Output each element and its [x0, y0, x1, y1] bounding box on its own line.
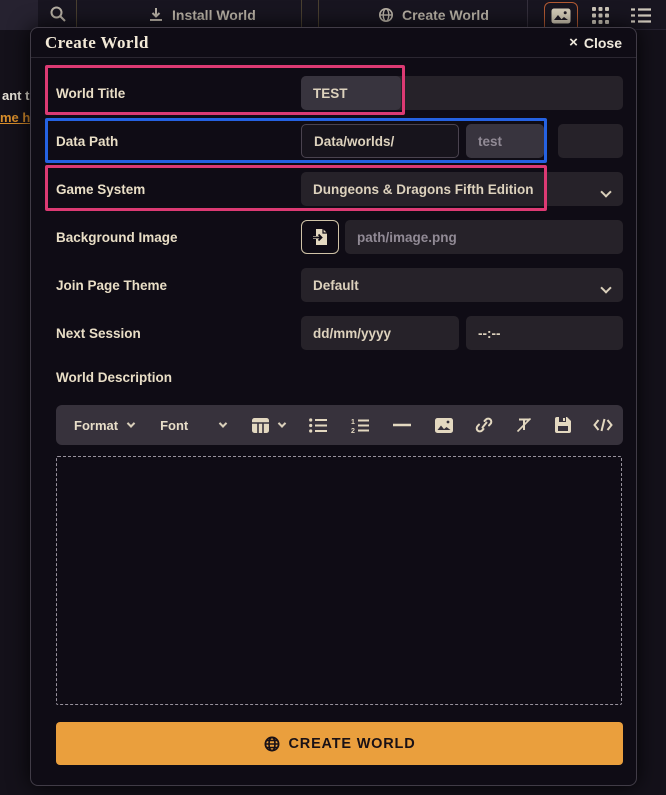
save-icon[interactable]: [555, 417, 571, 433]
join-page-theme-select[interactable]: Default: [301, 268, 623, 302]
data-path-input[interactable]: test: [466, 124, 544, 158]
background-link-fragment[interactable]: me h: [0, 110, 30, 125]
chevron-down-icon: [219, 419, 227, 427]
numbered-list-button[interactable]: 12: [351, 418, 369, 433]
chevron-down-icon: [278, 419, 286, 427]
bullet-list-button[interactable]: [309, 418, 327, 433]
topbar-divider: [76, 0, 77, 30]
create-world-submit-label: CREATE WORLD: [289, 736, 416, 752]
chevron-down-icon: [602, 184, 610, 199]
globe-icon: [264, 736, 280, 752]
insert-image-button[interactable]: [435, 418, 453, 433]
globe-icon: [378, 7, 394, 23]
data-path-prefix-value: Data/worlds/: [302, 134, 406, 149]
chevron-down-icon: [127, 419, 135, 427]
code-view-button[interactable]: [593, 418, 613, 432]
data-path-label: Data Path: [56, 124, 118, 158]
install-world-button[interactable]: Install World: [148, 0, 256, 30]
world-description-editor[interactable]: [56, 456, 622, 705]
image-icon: [551, 8, 571, 24]
create-world-tab-label: Create World: [402, 7, 489, 23]
app-top-bar: Install World Create World: [0, 0, 666, 30]
download-icon: [148, 7, 164, 23]
background-image-label: Background Image: [56, 220, 178, 254]
create-world-tab-button[interactable]: Create World: [378, 0, 489, 30]
close-icon: ×: [569, 35, 578, 50]
date-placeholder: dd/mm/yyyy: [301, 326, 403, 341]
svg-text:1: 1: [351, 419, 355, 426]
table-icon: [252, 418, 269, 433]
join-page-theme-selected-value: Default: [301, 278, 371, 293]
background-text-fragment: ant t: [2, 88, 29, 103]
svg-text:2: 2: [351, 428, 355, 433]
gallery-view-toggle[interactable]: [544, 2, 578, 30]
font-label: Font: [160, 418, 188, 433]
topbar-divider: [301, 0, 302, 30]
create-world-submit-button[interactable]: CREATE WORLD: [56, 722, 623, 765]
horizontal-rule-button[interactable]: [393, 423, 411, 427]
chevron-down-icon: [602, 280, 610, 295]
search-icon[interactable]: [49, 5, 67, 23]
dialog-header: Create World × Close: [31, 28, 636, 58]
data-path-prefix: Data/worlds/: [301, 124, 459, 158]
close-button[interactable]: × Close: [569, 35, 622, 51]
search-field-fragment[interactable]: [0, 0, 38, 30]
world-title-row: TEST: [301, 76, 623, 110]
game-system-select[interactable]: Dungeons & Dragons Fifth Edition: [301, 172, 623, 206]
rich-text-editor-toolbar: Format Font 12: [56, 405, 623, 445]
world-title-value: TEST: [301, 86, 360, 101]
join-page-theme-label: Join Page Theme: [56, 268, 167, 302]
data-path-input-remainder[interactable]: [558, 124, 623, 158]
next-session-time-input[interactable]: --:--: [466, 316, 623, 350]
next-session-date-input[interactable]: dd/mm/yyyy: [301, 316, 459, 350]
close-label: Close: [584, 35, 622, 51]
world-description-label: World Description: [56, 366, 172, 388]
topbar-divider: [527, 0, 528, 30]
create-world-dialog: Create World × Close World Title TEST Da…: [30, 27, 637, 786]
time-placeholder: --:--: [466, 326, 512, 341]
format-dropdown[interactable]: Format: [74, 418, 134, 433]
background-image-input[interactable]: [345, 220, 623, 254]
clear-format-button[interactable]: [515, 417, 533, 433]
world-title-input[interactable]: TEST: [301, 76, 401, 110]
list-view-icon[interactable]: [631, 7, 651, 24]
file-import-icon: [312, 228, 328, 246]
insert-table-button[interactable]: [252, 418, 285, 433]
file-picker-button[interactable]: [301, 220, 339, 254]
world-title-label: World Title: [56, 76, 125, 110]
format-label: Format: [74, 418, 118, 433]
install-world-label: Install World: [172, 7, 256, 23]
font-dropdown[interactable]: Font: [160, 418, 226, 433]
data-path-value: test: [466, 134, 514, 149]
topbar-divider: [318, 0, 319, 30]
dialog-title: Create World: [45, 33, 149, 53]
insert-link-button[interactable]: [475, 417, 493, 433]
game-system-label: Game System: [56, 172, 145, 206]
next-session-label: Next Session: [56, 316, 141, 350]
game-system-selected-value: Dungeons & Dragons Fifth Edition: [301, 182, 545, 197]
grid-view-icon[interactable]: [592, 7, 609, 24]
